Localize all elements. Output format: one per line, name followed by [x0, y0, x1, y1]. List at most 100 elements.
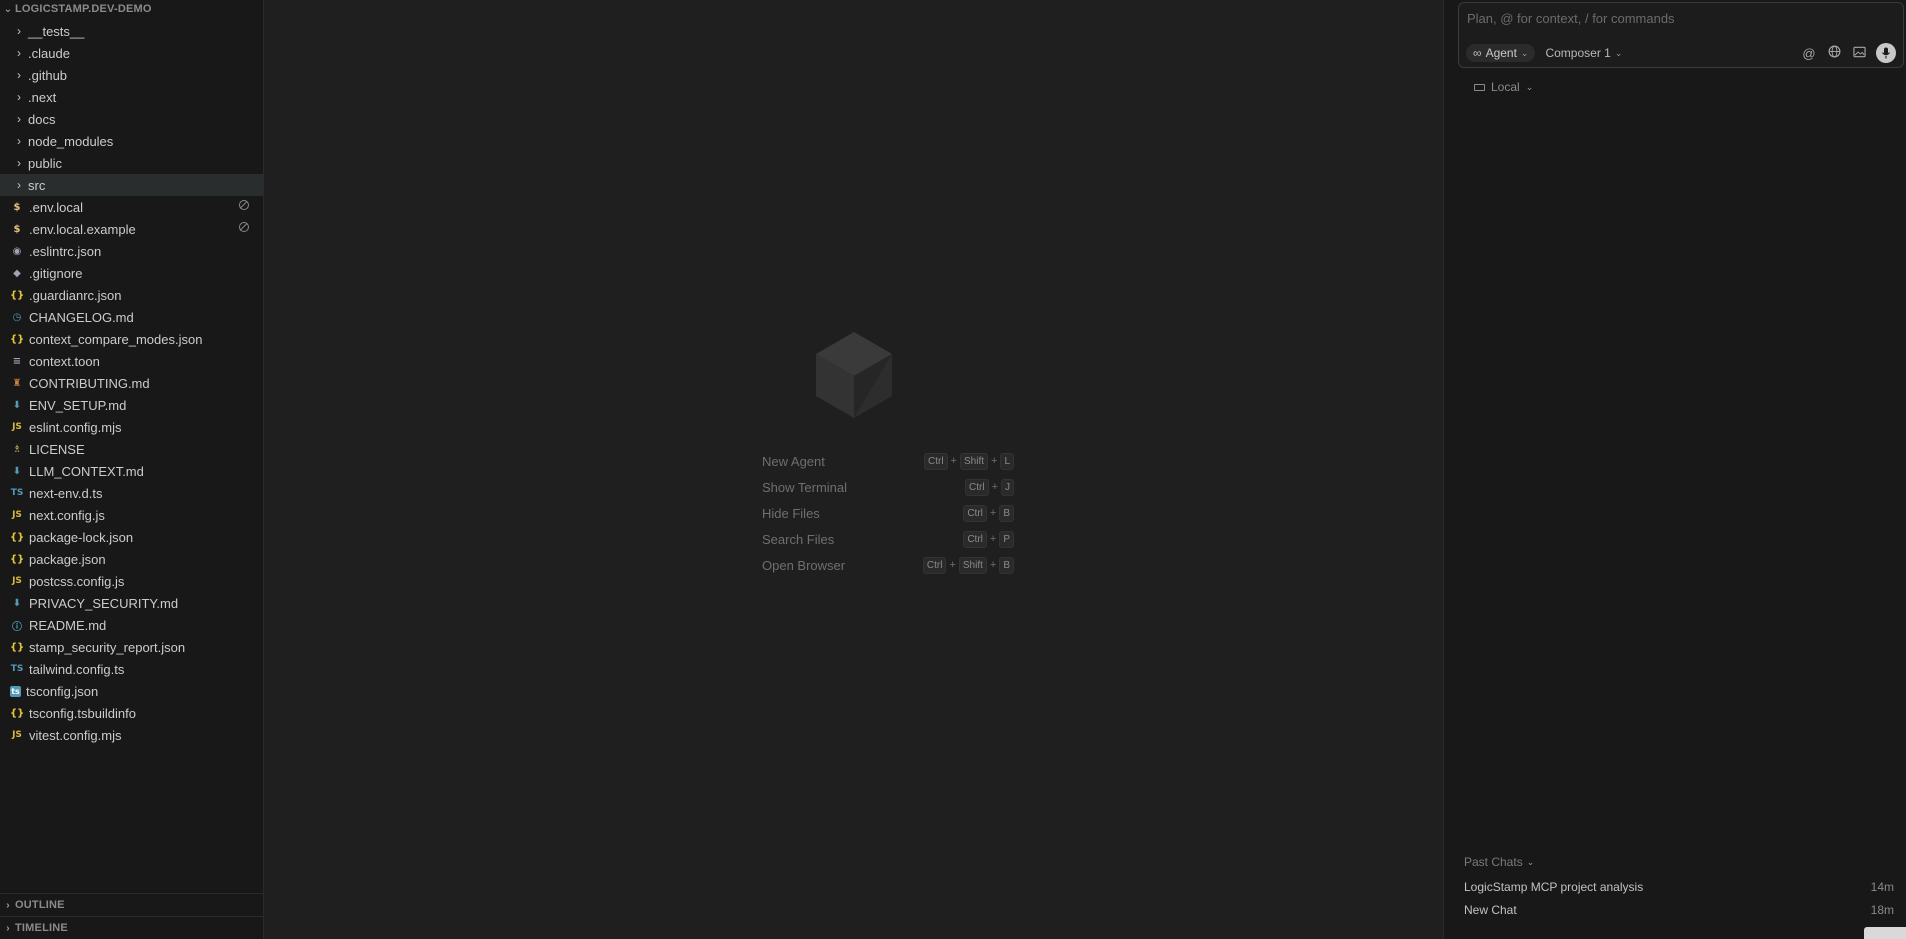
ignored-status-icon — [239, 200, 249, 210]
past-chat-item[interactable]: LogicStamp MCP project analysis 14m — [1464, 875, 1894, 898]
chevron-down-icon: ⌄ — [1520, 47, 1529, 58]
chevron-right-icon: › — [6, 922, 10, 934]
key-cap: L — [1000, 452, 1014, 470]
file-row[interactable]: ◉ .eslintrc.json — [0, 240, 263, 262]
json-braces-icon: {} — [10, 553, 25, 565]
file-label: tailwind.config.ts — [29, 661, 125, 677]
file-row[interactable]: {} .guardianrc.json — [0, 284, 263, 306]
markdown-arrow-icon: ⬇ — [12, 597, 22, 609]
chat-time: 14m — [1870, 879, 1894, 894]
key-cap: Ctrl — [923, 452, 948, 470]
model-selector[interactable]: Composer 1 ⌄ — [1545, 46, 1622, 60]
file-row[interactable]: ♜ CONTRIBUTING.md — [0, 372, 263, 394]
composer-input[interactable]: Plan, @ for context, / for commands — [1467, 11, 1675, 26]
timeline-label: TIMELINE — [15, 922, 68, 934]
file-label: context_compare_modes.json — [29, 331, 203, 347]
chevron-down-icon: ⌄ — [1525, 81, 1534, 92]
clock-icon: ◷ — [12, 311, 22, 323]
file-row[interactable]: $ .env.local.example — [0, 218, 263, 240]
globe-icon[interactable] — [1826, 45, 1842, 61]
file-row[interactable]: {} package-lock.json — [0, 526, 263, 548]
file-row[interactable]: {} context_compare_modes.json — [0, 328, 263, 350]
chevron-right-icon: › — [17, 46, 21, 60]
past-chats-header[interactable]: Past Chats ⌄ — [1464, 855, 1894, 869]
key-cap: P — [999, 530, 1014, 548]
explorer-bottom-sections: › OUTLINE › TIMELINE — [0, 893, 263, 939]
key-cap: Shift — [958, 556, 987, 574]
file-row[interactable]: {} tsconfig.tsbuildinfo — [0, 702, 263, 724]
file-row[interactable]: JS postcss.config.js — [0, 570, 263, 592]
license-icon: ♗ — [12, 443, 22, 455]
folder-label: node_modules — [28, 133, 114, 149]
file-row[interactable]: ⬇ LLM_CONTEXT.md — [0, 460, 263, 482]
shortcut-row[interactable]: Show Terminal Ctrl + J — [762, 474, 1014, 500]
key-cap: B — [999, 504, 1014, 522]
past-chat-item[interactable]: New Chat 18m — [1464, 898, 1894, 921]
location-label: Local — [1491, 80, 1520, 94]
file-row[interactable]: ⬇ ENV_SETUP.md — [0, 394, 263, 416]
file-row[interactable]: ⓘ README.md — [0, 614, 263, 636]
file-row[interactable]: TS tailwind.config.ts — [0, 658, 263, 680]
composer-box[interactable]: Plan, @ for context, / for commands ∞ Ag… — [1458, 2, 1904, 68]
agent-mode-label: Agent — [1485, 46, 1517, 60]
file-row[interactable]: ♗ LICENSE — [0, 438, 263, 460]
past-chats-list: LogicStamp MCP project analysis 14m New Ch… — [1464, 875, 1894, 921]
file-row[interactable]: JS vitest.config.mjs — [0, 724, 263, 746]
folder-row[interactable]: › .claude — [0, 42, 263, 64]
folder-row[interactable]: › public — [0, 152, 263, 174]
plus-separator: + — [949, 559, 956, 571]
folder-row[interactable]: › __tests__ — [0, 20, 263, 42]
json-braces-icon: {} — [10, 333, 25, 345]
file-row[interactable]: ⬇ PRIVACY_SECURITY.md — [0, 592, 263, 614]
folder-label: docs — [28, 111, 56, 127]
ts-icon: TS — [10, 664, 24, 674]
file-row[interactable]: {} stamp_security_report.json — [0, 636, 263, 658]
folder-row[interactable]: › .next — [0, 86, 263, 108]
folder-row[interactable]: › src — [0, 174, 263, 196]
folder-label: .github — [28, 67, 68, 83]
microphone-icon[interactable] — [1876, 43, 1896, 63]
chevron-right-icon: › — [17, 68, 21, 82]
info-icon: ⓘ — [12, 621, 22, 633]
contributing-icon: ♜ — [12, 377, 22, 389]
file-row[interactable]: JS next.config.js — [0, 504, 263, 526]
eslint-icon: ◉ — [12, 245, 22, 257]
file-label: next-env.d.ts — [29, 485, 103, 501]
key-cap: Ctrl — [963, 530, 987, 548]
outline-section-header[interactable]: › OUTLINE — [0, 893, 263, 916]
location-selector[interactable]: Local ⌄ — [1474, 80, 1533, 94]
shortcut-row[interactable]: Hide Files Ctrl + B — [762, 500, 1014, 526]
folder-row[interactable]: › .github — [0, 64, 263, 86]
image-icon[interactable] — [1851, 46, 1867, 61]
shortcut-label: Search Files — [762, 531, 835, 547]
file-row[interactable]: TS next-env.d.ts — [0, 482, 263, 504]
composer-toolbar: ∞ Agent ⌄ Composer 1 ⌄ @ — [1466, 42, 1896, 64]
agent-mode-selector[interactable]: ∞ Agent ⌄ — [1466, 44, 1536, 62]
shortcut-row[interactable]: Search Files Ctrl + P — [762, 526, 1014, 552]
file-row[interactable]: ts tsconfig.json — [0, 680, 263, 702]
chat-title: New Chat — [1464, 902, 1517, 917]
at-mention-icon[interactable]: @ — [1801, 46, 1817, 61]
file-row[interactable]: ◷ CHANGELOG.md — [0, 306, 263, 328]
file-row[interactable]: JS eslint.config.mjs — [0, 416, 263, 438]
file-row[interactable]: ◆ .gitignore — [0, 262, 263, 284]
timeline-section-header[interactable]: › TIMELINE — [0, 916, 263, 939]
explorer-root-header[interactable]: ⌄ LOGICSTAMP.DEV-DEMO — [0, 0, 263, 18]
file-row[interactable]: ≡ context.toon — [0, 350, 263, 372]
file-label: PRIVACY_SECURITY.md — [29, 595, 179, 611]
shortcut-row[interactable]: Open Browser Ctrl + Shift + B — [762, 552, 1014, 578]
file-row[interactable]: {} package.json — [0, 548, 263, 570]
model-label: Composer 1 — [1545, 46, 1611, 60]
folder-row[interactable]: › node_modules — [0, 130, 263, 152]
outline-label: OUTLINE — [15, 899, 65, 911]
markdown-arrow-icon: ⬇ — [12, 399, 22, 411]
chevron-right-icon: › — [17, 90, 21, 104]
past-chats-title: Past Chats — [1464, 855, 1523, 869]
folder-label: src — [28, 177, 46, 193]
composer-actions: @ — [1801, 43, 1896, 63]
folder-row[interactable]: › docs — [0, 108, 263, 130]
dollar-icon: $ — [13, 201, 21, 213]
chevron-right-icon: › — [17, 24, 21, 38]
file-row[interactable]: $ .env.local — [0, 196, 263, 218]
shortcut-row[interactable]: New Agent Ctrl + Shift + L — [762, 448, 1014, 474]
